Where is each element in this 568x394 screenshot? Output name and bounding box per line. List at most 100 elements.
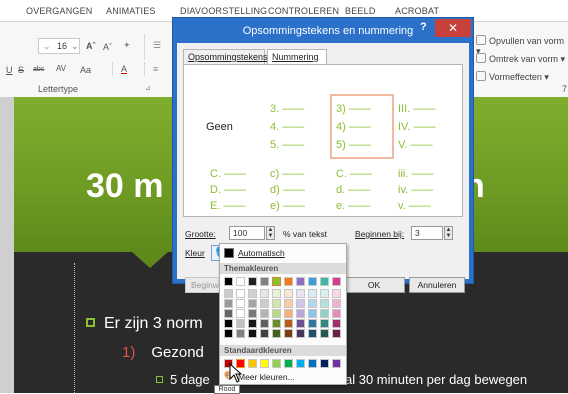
numbering-option[interactable]: 5. —— bbox=[270, 139, 304, 151]
theme-color-swatch[interactable] bbox=[332, 277, 341, 286]
theme-color-swatch[interactable] bbox=[320, 319, 329, 328]
standard-color-swatch[interactable] bbox=[272, 359, 281, 368]
theme-color-swatch[interactable] bbox=[260, 299, 269, 308]
help-button[interactable]: ? bbox=[420, 21, 427, 33]
tab-diavoorstelling[interactable]: DIAVOORSTELLING bbox=[180, 6, 267, 16]
numbering-option[interactable]: IV. —— bbox=[398, 121, 436, 133]
bullet-item[interactable]: Er zijn 3 norm bbox=[86, 315, 203, 333]
theme-color-swatch[interactable] bbox=[236, 329, 245, 338]
theme-color-swatch[interactable] bbox=[260, 277, 269, 286]
tab-acrobat[interactable]: ACROBAT bbox=[395, 6, 439, 16]
theme-color-swatch[interactable] bbox=[236, 289, 245, 298]
theme-color-swatch[interactable] bbox=[296, 319, 305, 328]
underline-button[interactable]: U bbox=[6, 65, 13, 75]
theme-color-swatch[interactable] bbox=[284, 277, 293, 286]
numbering-option-selected[interactable]: 4) —— bbox=[336, 121, 371, 133]
ok-button[interactable]: OK bbox=[343, 277, 405, 293]
standard-color-swatch[interactable] bbox=[320, 359, 329, 368]
shape-outline-button[interactable]: Omtrek van vorm ▾ bbox=[476, 53, 565, 65]
theme-color-swatch[interactable] bbox=[296, 289, 305, 298]
theme-color-swatch[interactable] bbox=[308, 289, 317, 298]
tab-animaties[interactable]: ANIMATIES bbox=[106, 6, 156, 16]
standard-color-swatch[interactable] bbox=[308, 359, 317, 368]
numbering-option[interactable]: d) —— bbox=[270, 184, 305, 196]
theme-color-swatch[interactable] bbox=[248, 277, 257, 286]
tab-beeld[interactable]: BEELD bbox=[345, 6, 376, 16]
clear-format-icon[interactable]: ✦ bbox=[123, 40, 131, 51]
theme-color-swatch[interactable] bbox=[320, 299, 329, 308]
strikethrough-button[interactable]: abc bbox=[33, 66, 44, 73]
tab-opsommingstekens[interactable]: Opsommingstekens bbox=[183, 49, 268, 65]
slide-title[interactable]: 30 mn bbox=[86, 167, 485, 206]
numbering-option[interactable]: III. —— bbox=[398, 103, 435, 115]
numbering-option[interactable]: 4. —— bbox=[270, 121, 304, 133]
size-spinner[interactable]: ▲ ▼ bbox=[266, 226, 275, 240]
dialog-titlebar[interactable]: Opsommingstekens en nummering ? ✕ bbox=[173, 18, 473, 42]
theme-color-swatch[interactable] bbox=[236, 309, 245, 318]
numbering-option[interactable]: iii. —— bbox=[398, 168, 433, 180]
theme-color-swatch[interactable] bbox=[248, 289, 257, 298]
numbering-option[interactable]: E. —— bbox=[210, 200, 245, 212]
theme-color-swatch[interactable] bbox=[236, 319, 245, 328]
numbering-option-selected[interactable]: 5) —— bbox=[336, 139, 371, 151]
strike-button[interactable]: S bbox=[18, 65, 24, 75]
theme-color-swatch[interactable] bbox=[320, 277, 329, 286]
tab-controleren[interactable]: CONTROLEREN bbox=[268, 6, 339, 16]
theme-color-swatch[interactable] bbox=[284, 309, 293, 318]
theme-color-swatch[interactable] bbox=[284, 299, 293, 308]
standard-color-swatch[interactable] bbox=[296, 359, 305, 368]
theme-color-swatch[interactable] bbox=[236, 277, 245, 286]
theme-color-swatch[interactable] bbox=[320, 289, 329, 298]
theme-color-swatch[interactable] bbox=[272, 319, 281, 328]
theme-color-swatch[interactable] bbox=[260, 329, 269, 338]
numbering-option-selected[interactable]: 3) —— bbox=[336, 103, 371, 115]
theme-color-swatch[interactable] bbox=[308, 329, 317, 338]
numbering-option[interactable]: d. —— bbox=[336, 184, 370, 196]
numbered-item[interactable]: 1) Gezond bbox=[122, 344, 204, 361]
theme-color-swatch[interactable] bbox=[332, 289, 341, 298]
dialog-launcher-icon[interactable]: ⊿ bbox=[145, 84, 151, 92]
size-input[interactable]: 100 bbox=[229, 226, 265, 240]
theme-color-swatch[interactable] bbox=[260, 319, 269, 328]
theme-color-swatch[interactable] bbox=[332, 319, 341, 328]
theme-color-swatch[interactable] bbox=[284, 289, 293, 298]
shrink-font-button[interactable]: Aˇ bbox=[103, 42, 112, 52]
close-button[interactable]: ✕ bbox=[435, 19, 471, 37]
theme-color-swatch[interactable] bbox=[224, 277, 233, 286]
numbering-option[interactable]: e. —— bbox=[336, 200, 370, 212]
theme-color-swatch[interactable] bbox=[308, 277, 317, 286]
theme-color-swatch[interactable] bbox=[224, 289, 233, 298]
start-at-input[interactable]: 3 bbox=[411, 226, 443, 240]
theme-color-swatch[interactable] bbox=[296, 329, 305, 338]
automatic-color-option[interactable]: Automatisch bbox=[220, 247, 346, 259]
theme-color-swatch[interactable] bbox=[248, 319, 257, 328]
theme-color-swatch[interactable] bbox=[296, 299, 305, 308]
numbering-option[interactable]: V. —— bbox=[398, 139, 432, 151]
theme-color-swatch[interactable] bbox=[224, 309, 233, 318]
numbering-option[interactable]: D. —— bbox=[210, 184, 246, 196]
start-at-spinner[interactable]: ▲ ▼ bbox=[444, 226, 453, 240]
numbering-option[interactable]: v. —— bbox=[398, 200, 431, 212]
theme-color-swatch[interactable] bbox=[296, 309, 305, 318]
numbering-none-option[interactable]: Geen bbox=[206, 121, 233, 133]
theme-color-swatch[interactable] bbox=[284, 319, 293, 328]
sub-bullet-item[interactable]: 5 dage bbox=[156, 372, 210, 387]
standard-color-swatch[interactable] bbox=[284, 359, 293, 368]
theme-color-swatch[interactable] bbox=[248, 299, 257, 308]
theme-color-swatch[interactable] bbox=[320, 309, 329, 318]
char-spacing-button[interactable]: AV bbox=[56, 64, 66, 73]
theme-color-swatch[interactable] bbox=[248, 329, 257, 338]
theme-color-swatch[interactable] bbox=[272, 309, 281, 318]
numbering-option[interactable]: C. —— bbox=[210, 168, 246, 180]
theme-color-swatch[interactable] bbox=[272, 277, 281, 286]
align-icon[interactable]: ≡ bbox=[153, 64, 158, 74]
tab-nummering[interactable]: Nummering bbox=[267, 49, 327, 65]
theme-color-swatch[interactable] bbox=[284, 329, 293, 338]
theme-color-swatch[interactable] bbox=[224, 329, 233, 338]
grow-font-button[interactable]: Aˆ bbox=[86, 41, 96, 51]
theme-color-swatch[interactable] bbox=[260, 289, 269, 298]
numbering-option[interactable]: e) —— bbox=[270, 200, 305, 212]
theme-color-swatch[interactable] bbox=[260, 309, 269, 318]
standard-color-swatch[interactable] bbox=[260, 359, 269, 368]
theme-color-swatch[interactable] bbox=[332, 309, 341, 318]
